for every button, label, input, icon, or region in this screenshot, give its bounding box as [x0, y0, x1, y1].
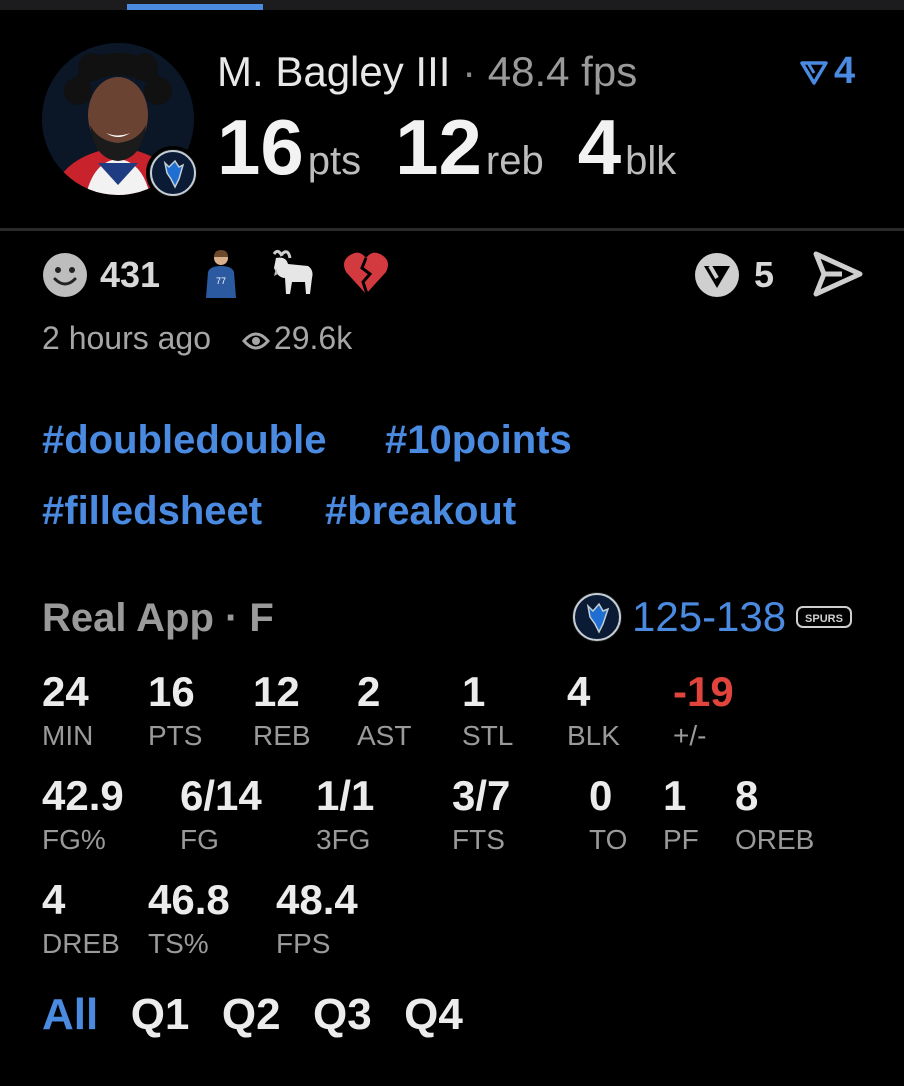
headline-stats: 16 pts 12 reb 4 blk: [217, 102, 710, 192]
stat-pf: 1 PF: [663, 772, 699, 855]
stat-oreb: 8 OREB: [735, 772, 815, 855]
post-meta: 2 hours ago 29.6k: [42, 320, 352, 357]
stat-blk: 4 BLK: [567, 668, 620, 751]
divider: [0, 228, 904, 231]
player-fps: 48.4 fps: [487, 48, 638, 95]
stat-3fg: 1/1 3FG: [316, 772, 375, 855]
eye-icon: [241, 332, 270, 350]
stat-dreb: 4 DREB: [42, 876, 120, 959]
stat-to: 0 TO: [589, 772, 628, 855]
stat-fg: 6/14 FG: [180, 772, 262, 855]
top-tab-bar: [0, 0, 904, 10]
stat-points-value: 16: [217, 103, 304, 191]
game-score[interactable]: 125-138 SPURS: [572, 592, 853, 642]
stat-rebounds-unit: reb: [485, 139, 544, 183]
hashtag[interactable]: #doubledouble: [42, 418, 326, 463]
share-icon[interactable]: [812, 250, 864, 298]
stat-ts-pct: 46.8 TS%: [148, 876, 230, 959]
quarter-tabs: All Q1 Q2 Q3 Q4: [42, 990, 491, 1040]
broken-heart-icon[interactable]: [342, 250, 390, 296]
name-separator: ·: [462, 48, 477, 95]
stat-reb: 12 REB: [253, 668, 311, 751]
stat-blocks-value: 4: [577, 103, 622, 191]
stat-points-unit: pts: [307, 139, 362, 183]
hashtag[interactable]: #10points: [385, 418, 572, 463]
svg-text:SPURS: SPURS: [805, 613, 843, 625]
reaction-count: 431: [100, 254, 161, 295]
hashtag[interactable]: #filledsheet: [42, 489, 262, 534]
rank-arrow-icon: [800, 60, 828, 85]
rank-badge[interactable]: 4: [800, 50, 855, 93]
mavericks-logo: [572, 592, 622, 642]
score-text: 125-138: [632, 593, 787, 640]
stat-fts: 3/7 FTS: [452, 772, 511, 855]
mavericks-logo: [146, 146, 200, 200]
stat-fg-pct: 42.9 FG%: [42, 772, 124, 855]
smiley-icon[interactable]: [42, 252, 88, 298]
player-emoji-icon[interactable]: 77: [200, 248, 242, 298]
goat-icon[interactable]: [268, 248, 318, 298]
game-card-title: Real App · F: [42, 596, 274, 640]
hashtag[interactable]: #breakout: [325, 489, 516, 534]
player-name-line[interactable]: M. Bagley III · 48.4 fps: [217, 48, 637, 96]
stat-blocks-unit: blk: [625, 139, 677, 183]
stat-fps: 48.4 FPS: [276, 876, 358, 959]
post-time: 2 hours ago: [42, 320, 212, 356]
tab-all[interactable]: All: [42, 990, 98, 1039]
comment-icon[interactable]: [692, 250, 742, 300]
tab-q4[interactable]: Q4: [404, 990, 463, 1039]
svg-text:77: 77: [216, 276, 226, 286]
stat-rebounds-value: 12: [395, 103, 482, 191]
comment-count: 5: [754, 254, 775, 295]
view-count-group: 29.6k: [241, 320, 353, 356]
stat-plus-minus: -19 +/-: [673, 668, 734, 751]
reaction-bar: 431 77 5: [42, 248, 864, 300]
stat-stl: 1 STL: [462, 668, 514, 751]
tab-q3[interactable]: Q3: [313, 990, 372, 1039]
stat-ast: 2 AST: [357, 668, 412, 751]
tab-q2[interactable]: Q2: [222, 990, 281, 1039]
stat-min: 24 MIN: [42, 668, 94, 751]
tab-q1[interactable]: Q1: [131, 990, 190, 1039]
view-count: 29.6k: [273, 320, 353, 356]
spurs-logo: SPURS: [796, 606, 853, 628]
rank-value: 4: [834, 50, 856, 92]
player-name[interactable]: M. Bagley III: [217, 48, 450, 95]
stat-pts: 16 PTS: [148, 668, 203, 751]
active-tab-indicator: [127, 4, 263, 10]
